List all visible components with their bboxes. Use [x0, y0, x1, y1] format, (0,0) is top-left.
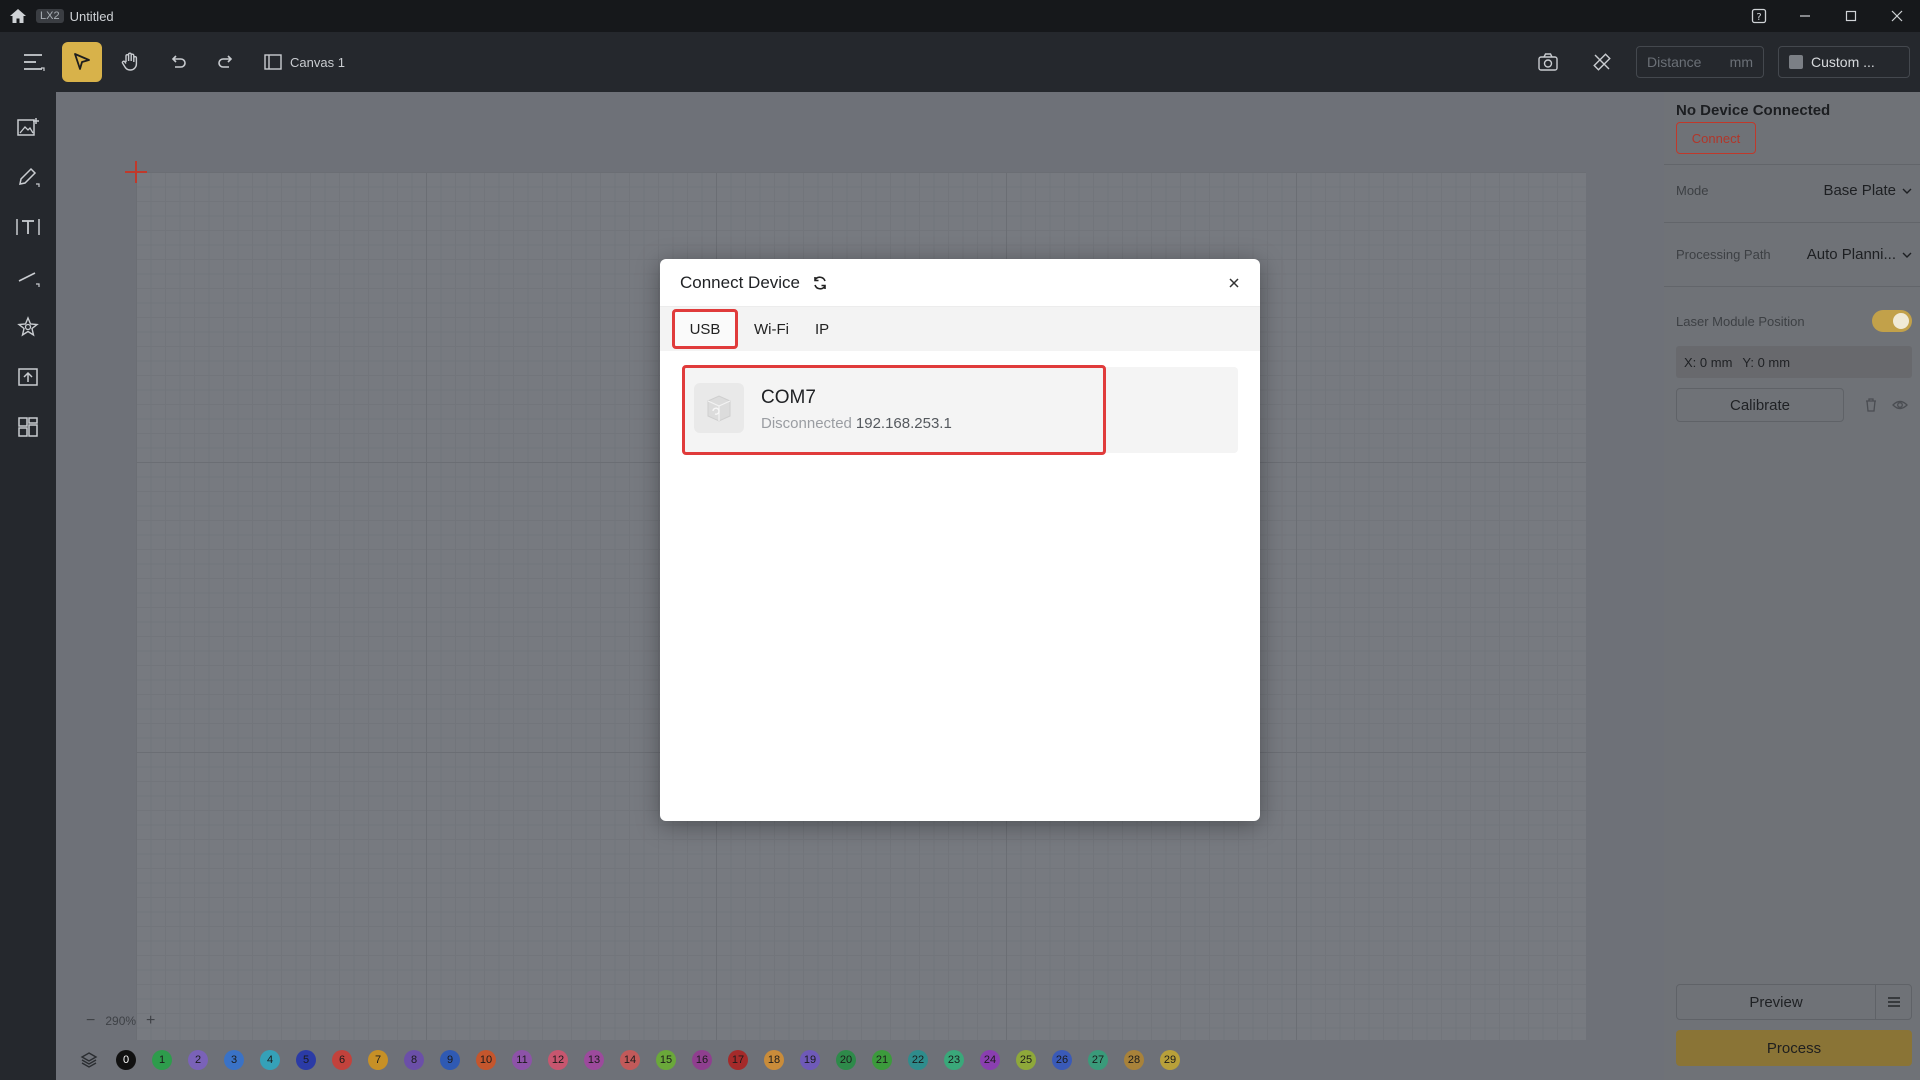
- close-icon: [1229, 278, 1239, 288]
- device-highlight-frame: [682, 365, 1106, 455]
- refresh-icon: [814, 275, 826, 290]
- tab-ip[interactable]: IP: [805, 309, 839, 349]
- tab-wifi[interactable]: Wi-Fi: [744, 309, 799, 349]
- device-connection-state: Disconnected: [761, 415, 852, 432]
- connection-tabs: USB Wi-Fi IP: [660, 307, 1260, 351]
- device-status: Disconnected 192.168.253.1: [761, 415, 952, 432]
- refresh-button[interactable]: [812, 275, 828, 291]
- device-ip: 192.168.253.1: [855, 415, 952, 432]
- device-name: COM7: [761, 387, 816, 408]
- dialog-header: Connect Device: [660, 259, 1260, 307]
- connect-device-dialog: Connect Device USB Wi-Fi IP COM7 Disconn…: [660, 259, 1260, 821]
- tab-usb[interactable]: USB: [672, 309, 738, 349]
- device-box-icon: [694, 383, 744, 433]
- dialog-close-button[interactable]: [1222, 271, 1246, 295]
- dialog-title: Connect Device: [680, 272, 801, 292]
